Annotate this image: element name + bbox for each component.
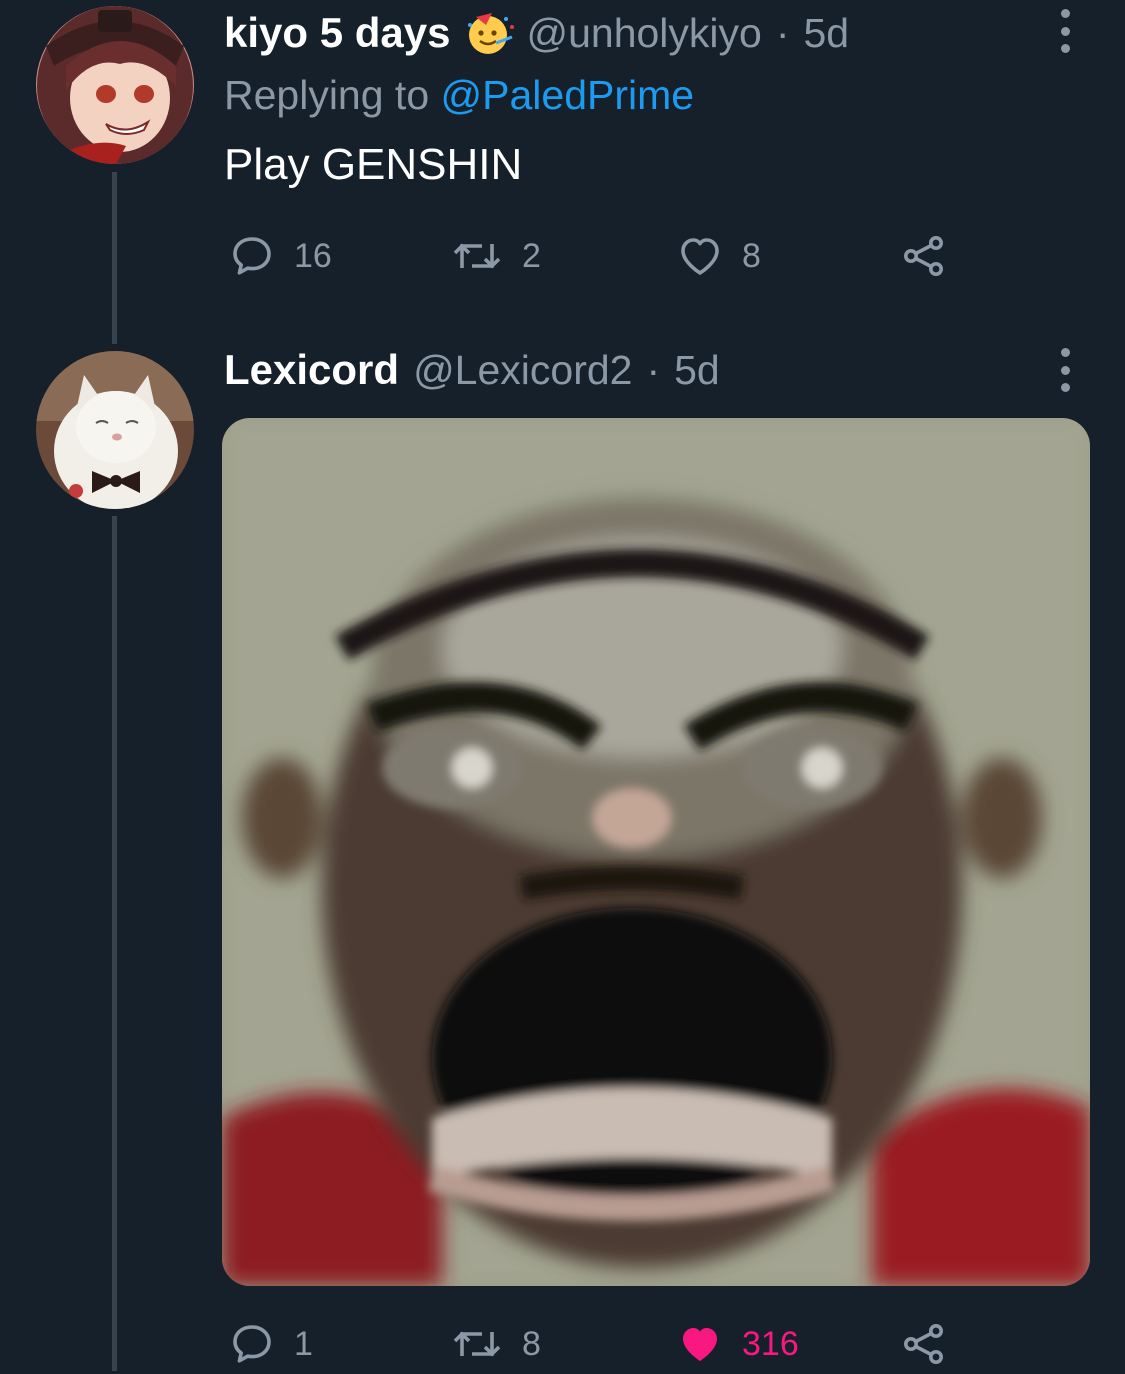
retweet-count: 2 (522, 236, 541, 275)
share-button[interactable] (900, 226, 948, 286)
more-options-icon[interactable] (1058, 9, 1072, 53)
reply-mention-link[interactable]: @PaledPrime (441, 72, 695, 118)
timestamp[interactable]: 5d (803, 10, 849, 57)
avatar[interactable] (36, 351, 194, 509)
display-name[interactable]: Lexicord (224, 346, 399, 394)
display-name[interactable]: kiyo 5 days (224, 9, 450, 57)
reply-icon (233, 237, 271, 275)
share-icon (904, 1324, 943, 1364)
handle[interactable]: @Lexicord2 (413, 347, 632, 394)
thread-line-top (112, 172, 117, 344)
reply-context: Replying to @PaledPrime (224, 72, 694, 119)
retweet-count: 8 (522, 1324, 541, 1363)
timestamp[interactable]: 5d (674, 347, 720, 394)
tweet-actions: 16 2 8 (224, 226, 984, 286)
tweet-text: Play GENSHIN (224, 140, 523, 189)
tweet-actions: 1 8 316 (224, 1314, 984, 1374)
more-options-icon[interactable] (1058, 348, 1072, 392)
reply-count: 16 (294, 236, 332, 275)
reply-button[interactable]: 1 (228, 1314, 313, 1374)
like-button[interactable]: 8 (676, 226, 761, 286)
share-icon (904, 236, 943, 276)
reply-icon (233, 1325, 271, 1363)
party-face-emoji-icon (462, 9, 518, 57)
like-count: 8 (742, 236, 761, 275)
reply-count: 1 (294, 1324, 313, 1363)
reply-prefix: Replying to (224, 72, 430, 118)
tweet-header: Lexicord @Lexicord2 · 5d (224, 340, 720, 400)
retweet-icon (453, 243, 501, 269)
tweet-header: kiyo 5 days @unholykiyo · 5d (224, 3, 849, 63)
reply-button[interactable]: 16 (228, 226, 332, 286)
like-button[interactable]: 316 (676, 1314, 799, 1374)
blurry-screaming-face-image[interactable] (222, 418, 1090, 1286)
heart-icon (681, 238, 719, 275)
separator: · (646, 346, 661, 393)
share-button[interactable] (900, 1314, 948, 1374)
retweet-button[interactable]: 8 (450, 1314, 541, 1374)
like-count: 316 (742, 1324, 799, 1363)
retweet-button[interactable]: 2 (450, 226, 541, 286)
heart-filled-icon (683, 1328, 717, 1361)
retweet-icon (453, 1331, 501, 1357)
separator: · (775, 9, 790, 56)
handle[interactable]: @unholykiyo (526, 10, 761, 57)
avatar[interactable] (36, 6, 194, 164)
thread-line-bottom (112, 516, 117, 1371)
